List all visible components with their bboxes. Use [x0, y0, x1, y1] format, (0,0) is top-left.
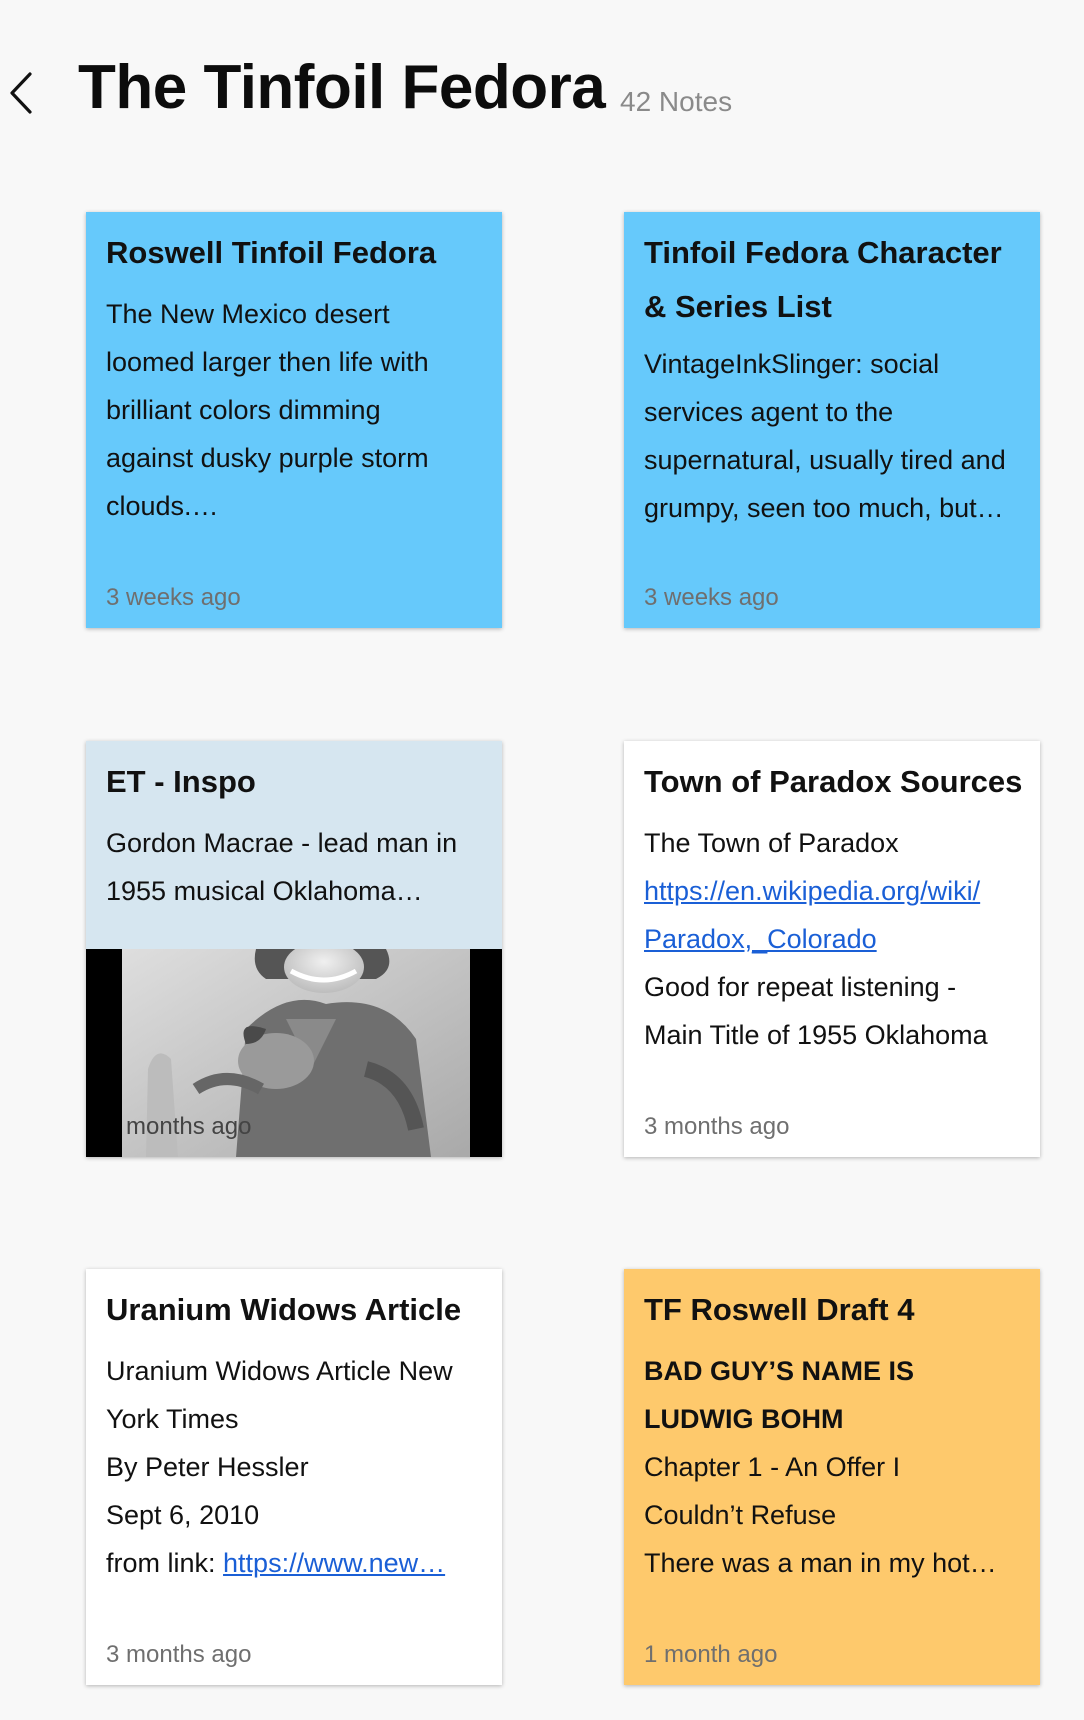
- note-title: Town of Paradox Sources: [644, 764, 1023, 799]
- note-title: Uranium Widows Article: [106, 1292, 462, 1327]
- preview-line: The Town of Paradox: [644, 828, 899, 858]
- note-card-town-of-paradox-sources[interactable]: Town of Paradox Sources The Town of Para…: [624, 741, 1040, 1157]
- preview-line: loomed larger then life with: [106, 347, 429, 377]
- note-card-character-series-list[interactable]: Tinfoil Fedora Character & Series List V…: [624, 212, 1040, 628]
- note-timestamp: 3 weeks ago: [106, 584, 241, 611]
- nytimes-link[interactable]: https://www.new…: [223, 1548, 445, 1578]
- preview-line: Couldn’t Refuse: [644, 1500, 837, 1530]
- wikipedia-link[interactable]: https://en.wikipedia.org/wiki/: [644, 867, 1024, 915]
- note-timestamp: 1 month ago: [644, 1641, 778, 1668]
- preview-line: The New Mexico desert: [106, 299, 390, 329]
- preview-line: services agent to the: [644, 397, 894, 427]
- wikipedia-link[interactable]: Paradox,_Colorado: [644, 915, 1024, 963]
- preview-line: Gordon Macrae - lead man in: [106, 828, 458, 858]
- preview-line: clouds.…: [106, 491, 219, 521]
- note-title-line: Tinfoil Fedora Character: [644, 235, 1002, 270]
- preview-line: 1955 musical Oklahoma…: [106, 876, 423, 906]
- note-count: 42 Notes: [620, 86, 733, 117]
- preview-line-bold: LUDWIG BOHM: [644, 1404, 844, 1434]
- preview-line: By Peter Hessler: [106, 1452, 309, 1482]
- note-preview: Gordon Macrae - lead man in 1955 musical…: [106, 819, 486, 915]
- preview-line: VintageInkSlinger: social: [644, 349, 940, 379]
- note-card-tf-roswell-draft-4[interactable]: TF Roswell Draft 4 BAD GUY’S NAME IS LUD…: [624, 1269, 1040, 1685]
- preview-line: Good for repeat listening -: [644, 972, 957, 1002]
- note-preview: BAD GUY’S NAME IS LUDWIG BOHM Chapter 1 …: [644, 1347, 1024, 1587]
- note-title: TF Roswell Draft 4: [644, 1292, 915, 1327]
- note-card-uranium-widows-article[interactable]: Uranium Widows Article Uranium Widows Ar…: [86, 1269, 502, 1685]
- preview-line: from link: https://www.new…: [106, 1539, 486, 1587]
- header: The Tinfoil Fedora 42 Notes: [0, 0, 1084, 190]
- note-preview: Uranium Widows Article New York Times By…: [106, 1347, 486, 1587]
- back-chevron-icon[interactable]: [6, 68, 36, 118]
- preview-line: Chapter 1 - An Offer I: [644, 1452, 901, 1482]
- preview-line: supernatural, usually tired and: [644, 445, 1006, 475]
- preview-line: Main Title of 1955 Oklahoma: [644, 1020, 988, 1050]
- note-preview: The Town of Paradox https://en.wikipedia…: [644, 819, 1024, 1059]
- note-card-et-inspo[interactable]: ET - Inspo Gordon Macrae - lead man in 1…: [86, 741, 502, 1157]
- note-card-roswell-tinfoil-fedora[interactable]: Roswell Tinfoil Fedora The New Mexico de…: [86, 212, 502, 628]
- preview-line: against dusky purple storm: [106, 443, 429, 473]
- preview-line: brilliant colors dimming: [106, 395, 381, 425]
- preview-line: Uranium Widows Article New: [106, 1356, 453, 1386]
- link-prefix: from link:: [106, 1548, 224, 1578]
- preview-line: There was a man in my hot…: [644, 1548, 997, 1578]
- preview-line-bold: BAD GUY’S NAME IS: [644, 1356, 915, 1386]
- preview-line: Sept 6, 2010: [106, 1500, 260, 1530]
- preview-line: grumpy, seen too much, but…: [644, 493, 1004, 523]
- notebook-title: The Tinfoil Fedora: [78, 53, 606, 122]
- preview-line: York Times: [106, 1404, 239, 1434]
- note-title: Tinfoil Fedora Character & Series List: [644, 226, 1024, 334]
- note-timestamp: 3 months ago: [106, 1641, 252, 1668]
- note-title-line: & Series List: [644, 289, 832, 324]
- note-timestamp: 3 months ago: [644, 1113, 790, 1140]
- note-title: ET - Inspo: [106, 764, 256, 799]
- note-timestamp: months ago: [126, 1113, 252, 1140]
- note-preview: The New Mexico desert loomed larger then…: [106, 290, 486, 530]
- note-title: Roswell Tinfoil Fedora: [106, 235, 437, 270]
- note-preview: VintageInkSlinger: social services agent…: [644, 340, 1024, 532]
- note-timestamp: 3 weeks ago: [644, 584, 779, 611]
